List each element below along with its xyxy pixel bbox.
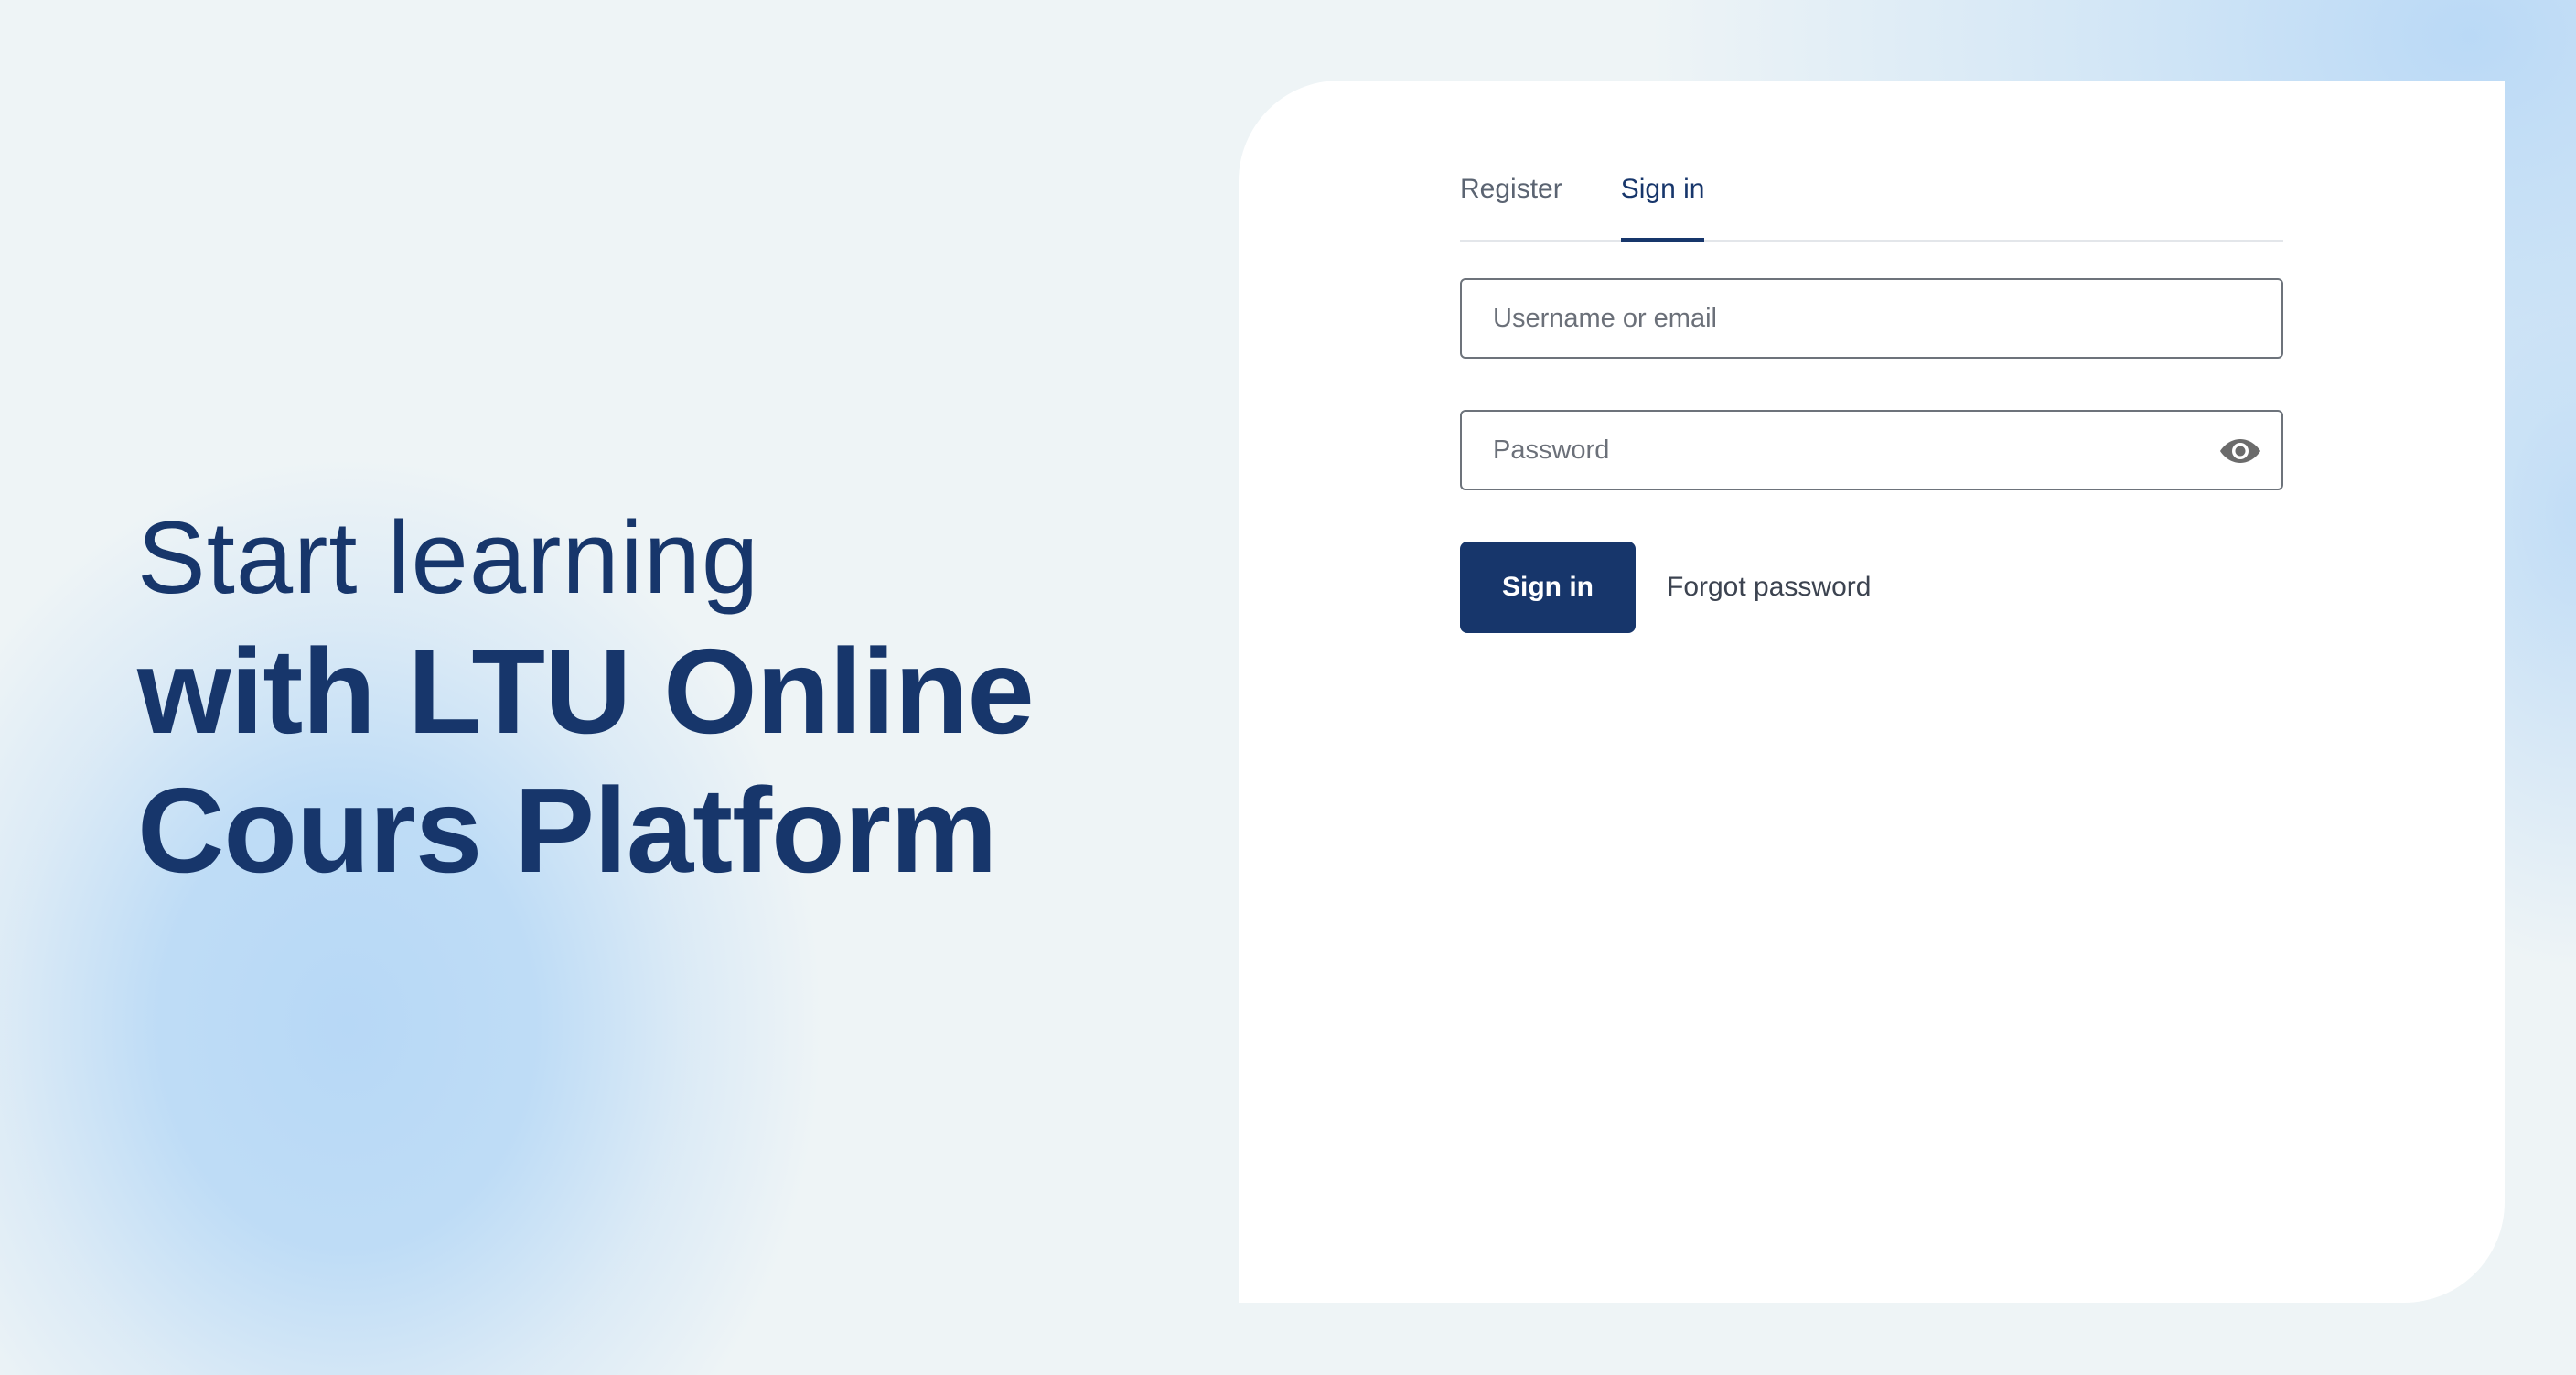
hero-heading: Start learning with LTU Online Cours Pla… — [137, 499, 1035, 899]
form-actions: Sign in Forgot password — [1460, 542, 2283, 633]
eye-icon[interactable] — [2219, 434, 2261, 468]
tab-sign-in[interactable]: Sign in — [1620, 165, 1704, 242]
sign-in-button[interactable]: Sign in — [1460, 542, 1636, 633]
hero-line-ltu-online: with LTU Online — [137, 624, 1035, 758]
tab-register[interactable]: Register — [1460, 165, 1562, 240]
username-field — [1460, 278, 2283, 359]
password-field — [1460, 410, 2283, 490]
auth-tabs: Register Sign in — [1460, 165, 2283, 242]
sign-in-form: Register Sign in Sign in Forgot password — [1460, 165, 2283, 633]
hero-line-platform: Cours Platform — [137, 763, 997, 897]
password-input[interactable] — [1462, 412, 2281, 489]
hero-line-start-learning: Start learning — [137, 500, 760, 615]
username-input[interactable] — [1462, 280, 2281, 357]
forgot-password-link[interactable]: Forgot password — [1667, 572, 1871, 603]
